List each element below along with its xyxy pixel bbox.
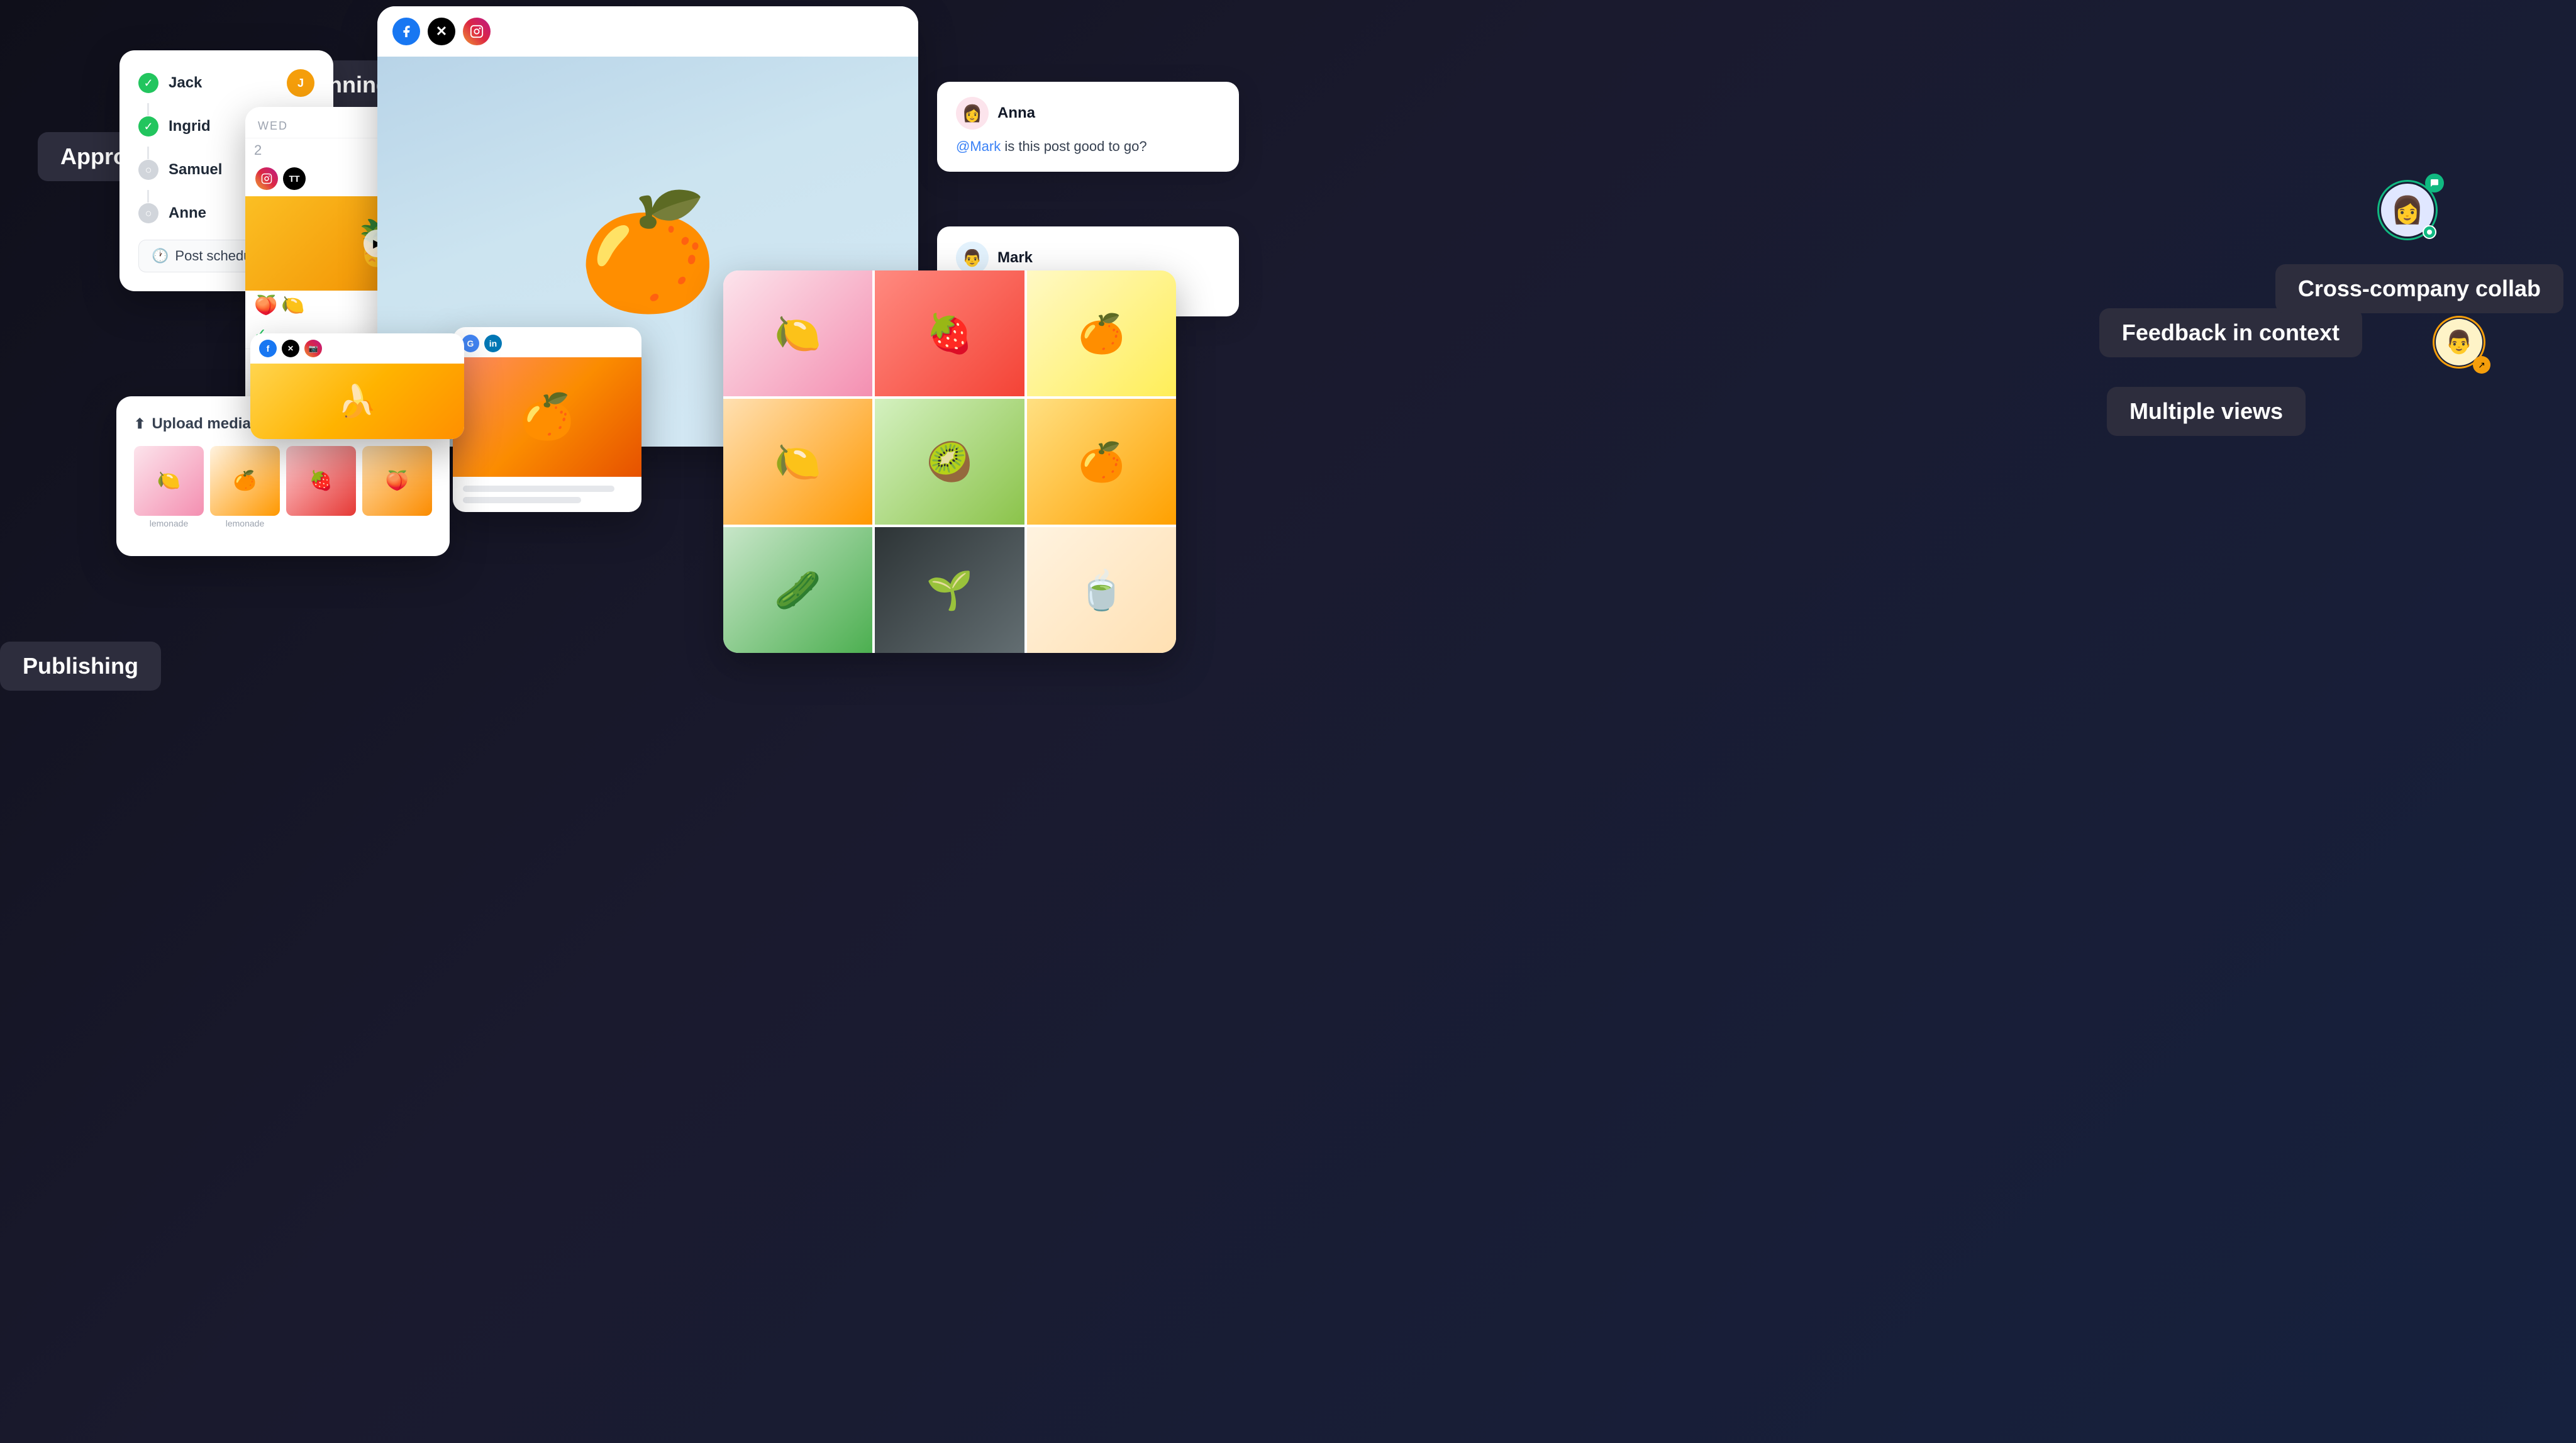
upload-thumb-img-3[interactable]: 🍓 bbox=[286, 446, 356, 516]
mark-user-row: 👨 Mark bbox=[956, 242, 1220, 274]
online-indicator bbox=[2423, 225, 2436, 239]
small-ig-icon: 📷 bbox=[304, 340, 322, 357]
upload-grid: 🍋 lemonade 🍊 lemonade 🍓 🍑 bbox=[134, 446, 432, 528]
approval-dot-samuel: ○ bbox=[138, 160, 158, 180]
upload-title: Upload media bbox=[152, 415, 250, 433]
facebook-social-icon bbox=[392, 18, 420, 45]
upload-thumb-2: 🍊 lemonade bbox=[210, 446, 280, 528]
small-planning-social-row: f ✕ 📷 bbox=[250, 333, 464, 364]
upload-thumb-1: 🍋 lemonade bbox=[134, 446, 204, 528]
anna-avatar: 👩 bbox=[956, 97, 989, 130]
media-cell-9: 🍵 bbox=[1027, 527, 1176, 653]
media-cell-3: 🍊 bbox=[1027, 270, 1176, 396]
linkedin-icon: in bbox=[484, 335, 502, 352]
media-cell-2: 🍓 bbox=[875, 270, 1024, 396]
media-cell-1: 🍋 bbox=[723, 270, 872, 396]
li-social-row: G in bbox=[453, 327, 641, 357]
thumb-caption-1: lemonade bbox=[134, 518, 204, 528]
small-fb-icon: f bbox=[259, 340, 277, 357]
li-line-2 bbox=[463, 497, 581, 503]
clock-icon: 🕐 bbox=[152, 248, 169, 264]
instagram-icon bbox=[255, 167, 278, 190]
cross-company-collab-label: Cross-company collab bbox=[2275, 264, 2563, 313]
tiktok-icon: TT bbox=[283, 167, 306, 190]
mark-avatar: 👨 bbox=[956, 242, 989, 274]
twitter-x-social-icon: ✕ bbox=[428, 18, 455, 45]
instagram-social-icon bbox=[463, 18, 491, 45]
upload-thumb-img-2[interactable]: 🍊 bbox=[210, 446, 280, 516]
anna-user-row: 👩 Anna bbox=[956, 97, 1220, 130]
scene: Approvals Publishing Planning Feedback i… bbox=[0, 0, 2576, 1443]
big-card-social-header: ✕ bbox=[377, 6, 918, 57]
chat-indicator bbox=[2425, 174, 2444, 192]
approval-dot-anne: ○ bbox=[138, 203, 158, 223]
media-cell-8: 🌱 bbox=[875, 527, 1024, 653]
media-cell-6: 🍊 bbox=[1027, 399, 1176, 525]
comment-anna: 👩 Anna @Mark is this post good to go? bbox=[937, 82, 1239, 172]
multiple-views-label: Multiple views bbox=[2107, 387, 2306, 436]
publishing-label: Publishing bbox=[0, 642, 161, 691]
upload-thumb-3: 🍓 bbox=[286, 446, 356, 528]
approval-dot-ingrid: ✓ bbox=[138, 116, 158, 136]
media-grid-card: 🍋 🍓 🍊 🍋 🥝 🍊 🥒 🌱 🍵 bbox=[723, 270, 1176, 653]
second-collab-avatar-container: 👨 ↗ bbox=[2433, 316, 2485, 369]
anna-comment-text: @Mark is this post good to go? bbox=[956, 136, 1220, 157]
approval-dot-jack: ✓ bbox=[138, 73, 158, 93]
upload-title-row: ⬆ Upload media bbox=[134, 415, 251, 433]
approval-item-jack: ✓ Jack J bbox=[138, 69, 314, 97]
li-line-1 bbox=[463, 486, 614, 492]
planning-small-card: f ✕ 📷 🍌 bbox=[250, 333, 464, 439]
avatar-jack: J bbox=[287, 69, 314, 97]
cross-company-avatar-container: 👩 bbox=[2377, 180, 2438, 240]
media-cell-4: 🍋 bbox=[723, 399, 872, 525]
small-tw-icon: ✕ bbox=[282, 340, 299, 357]
google-icon: G bbox=[462, 335, 479, 352]
li-food-image: 🍊 bbox=[453, 357, 641, 477]
upload-thumb-img-1[interactable]: 🍋 bbox=[134, 446, 204, 516]
thumb-caption-2: lemonade bbox=[210, 518, 280, 528]
upload-thumb-img-4[interactable]: 🍑 bbox=[362, 446, 432, 516]
feedback-in-context-label: Feedback in context bbox=[2099, 308, 2362, 357]
media-grid: 🍋 🍓 🍊 🍋 🥝 🍊 🥒 🌱 🍵 bbox=[723, 270, 1176, 653]
mark-name: Mark bbox=[997, 249, 1033, 267]
upload-thumb-4: 🍑 bbox=[362, 446, 432, 528]
media-cell-7: 🥒 bbox=[723, 527, 872, 653]
media-cell-5: 🥝 bbox=[875, 399, 1024, 525]
li-content bbox=[453, 477, 641, 512]
upload-icon: ⬆ bbox=[134, 416, 145, 432]
small-planning-image: 🍌 bbox=[250, 364, 464, 439]
cursor-indicator: ↗ bbox=[2473, 356, 2490, 374]
linkedin-card: G in 🍊 bbox=[453, 327, 641, 512]
anna-name: Anna bbox=[997, 104, 1035, 122]
